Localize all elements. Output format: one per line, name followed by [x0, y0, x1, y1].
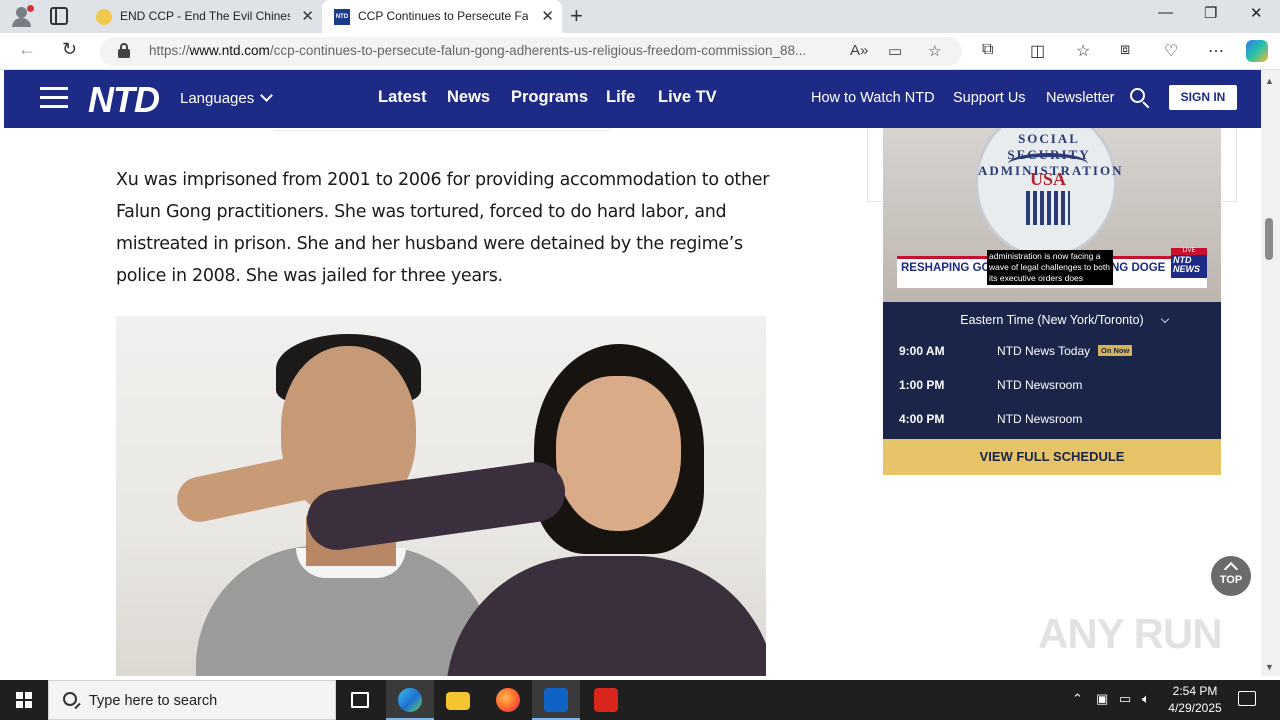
address-toolbar: ← ↻ https://www.ntd.com/ccp-continues-to… — [0, 33, 1280, 70]
favorite-star-icon[interactable]: ☆ — [928, 42, 941, 60]
nav-programs[interactable]: Programs — [511, 88, 588, 107]
timezone-selector[interactable]: Eastern Time (New York/Toronto) — [883, 313, 1221, 327]
back-to-top-button[interactable]: TOP — [1211, 556, 1251, 596]
site-header: NTD Languages Latest News Programs Life … — [4, 70, 1261, 128]
collections-icon[interactable]: ⧈ — [1120, 41, 1130, 59]
nav-news[interactable]: News — [447, 88, 490, 107]
article-photo[interactable] — [116, 316, 766, 676]
read-aloud-icon[interactable]: A» — [850, 42, 868, 59]
close-tab-icon[interactable]: ✕ — [301, 0, 314, 33]
scroll-up-icon[interactable]: ▲ — [1265, 76, 1274, 86]
schedule-row[interactable]: 4:00 PM NTD Newsroom — [883, 410, 1221, 430]
ntd-logo[interactable]: NTD — [88, 79, 160, 121]
languages-dropdown[interactable]: Languages — [180, 89, 274, 107]
ntd-news-live-badge: LIVE NTD NEWS — [1171, 248, 1207, 278]
nav-newsletter[interactable]: Newsletter — [1046, 90, 1115, 106]
copilot-icon[interactable] — [1246, 40, 1268, 62]
scroll-down-icon[interactable]: ▼ — [1265, 662, 1274, 672]
settings-more-icon[interactable]: ⋯ — [1208, 41, 1224, 61]
tab-title: CCP Continues to Persecute Falu — [358, 9, 528, 23]
page-scrollbar[interactable]: ▲ ▼ — [1261, 70, 1280, 676]
page-viewport: NTD Languages Latest News Programs Life … — [4, 70, 1261, 676]
volume-icon[interactable]: 🔈︎ — [1142, 691, 1150, 707]
network-icon[interactable]: ▭ — [1119, 691, 1131, 707]
article-paragraph: Xu was imprisoned from 2001 to 2006 for … — [116, 170, 770, 286]
tray-device-icon[interactable]: ▣ — [1096, 691, 1108, 707]
taskbar-clock[interactable]: 2:54 PM 4/29/2025 — [1160, 683, 1230, 717]
back-icon[interactable]: ← — [18, 39, 36, 60]
close-tab-icon[interactable]: ✕ — [541, 0, 554, 33]
edge-taskbar-icon[interactable] — [386, 680, 434, 720]
taskbar-search[interactable]: Type here to search — [48, 680, 336, 720]
on-now-badge: On Now — [1098, 345, 1133, 356]
nav-latest[interactable]: Latest — [378, 88, 427, 107]
firefox-icon[interactable] — [484, 680, 532, 720]
browser-tab-bar: END CCP - End The Evil Chinese ✕ NTD CCP… — [0, 0, 1280, 33]
new-tab-icon[interactable]: + — [570, 3, 583, 29]
smiley-favicon-icon — [96, 9, 112, 25]
profile-icon[interactable] — [10, 5, 34, 27]
browser-essentials-icon[interactable]: ♡ — [1164, 41, 1178, 61]
live-video-player[interactable]: SOCIAL SECURITY ADMINISTRATION USA RESHA… — [883, 128, 1221, 302]
search-icon[interactable] — [1130, 88, 1150, 109]
divider — [274, 130, 610, 131]
video-caption: administration is now facing a wave of l… — [987, 250, 1113, 285]
scroll-thumb[interactable] — [1265, 218, 1273, 260]
social-security-seal: SOCIAL SECURITY ADMINISTRATION USA — [975, 128, 1122, 258]
windows-start-icon[interactable] — [16, 692, 32, 708]
acrobat-icon[interactable] — [582, 680, 630, 720]
windows-taskbar: Type here to search ⌃ ▣ ▭ 🔈︎ 2:54 PM 4/2… — [0, 680, 1280, 720]
nav-how-to-watch[interactable]: How to Watch NTD — [811, 90, 935, 106]
close-window-icon[interactable]: ✕ — [1250, 4, 1263, 22]
minimize-icon[interactable]: — — [1158, 4, 1173, 21]
task-view-icon[interactable] — [336, 680, 384, 720]
chevron-down-icon — [260, 89, 274, 102]
browser-tab-endccp[interactable]: END CCP - End The Evil Chinese ✕ — [84, 0, 322, 33]
nav-live-tv[interactable]: Live TV — [658, 88, 717, 107]
address-bar[interactable]: https://www.ntd.com/ccp-continues-to-per… — [100, 37, 962, 66]
nav-life[interactable]: Life — [606, 88, 635, 107]
immersive-reader-icon[interactable]: ▭ — [888, 42, 902, 60]
schedule-row[interactable]: 1:00 PM NTD Newsroom — [883, 376, 1221, 396]
refresh-icon[interactable]: ↻ — [62, 39, 77, 60]
schedule-row[interactable]: 9:00 AM NTD News Today On Now — [883, 342, 1221, 362]
file-explorer-icon[interactable] — [434, 680, 482, 720]
url-text[interactable]: https://www.ntd.com/ccp-continues-to-per… — [149, 43, 839, 58]
tab-title: END CCP - End The Evil Chinese — [120, 9, 290, 23]
browser-tab-ntd[interactable]: NTD CCP Continues to Persecute Falu ✕ — [322, 0, 562, 33]
search-icon — [63, 692, 77, 706]
split-screen-icon[interactable]: ◫ — [1030, 41, 1045, 61]
favorites-icon[interactable]: ☆ — [1076, 41, 1090, 61]
sign-in-button[interactable]: SIGN IN — [1169, 85, 1237, 110]
tab-actions-icon[interactable] — [50, 7, 68, 25]
menu-hamburger-icon[interactable] — [40, 87, 68, 109]
tray-chevron-up-icon[interactable]: ⌃ — [1072, 691, 1083, 707]
lock-icon[interactable] — [118, 43, 130, 58]
view-full-schedule-button[interactable]: VIEW FULL SCHEDULE — [883, 439, 1221, 475]
restore-icon[interactable]: ❐ — [1204, 4, 1217, 22]
ntd-favicon-icon: NTD — [334, 9, 350, 25]
anyrun-watermark: ANY RUN — [1038, 610, 1223, 657]
extensions-icon[interactable]: ⧉ — [982, 41, 993, 59]
tv-schedule: Eastern Time (New York/Toronto) 9:00 AM … — [883, 302, 1221, 439]
nav-support-us[interactable]: Support Us — [953, 90, 1026, 106]
outlook-icon[interactable] — [532, 680, 580, 720]
notifications-icon[interactable] — [1238, 691, 1256, 706]
